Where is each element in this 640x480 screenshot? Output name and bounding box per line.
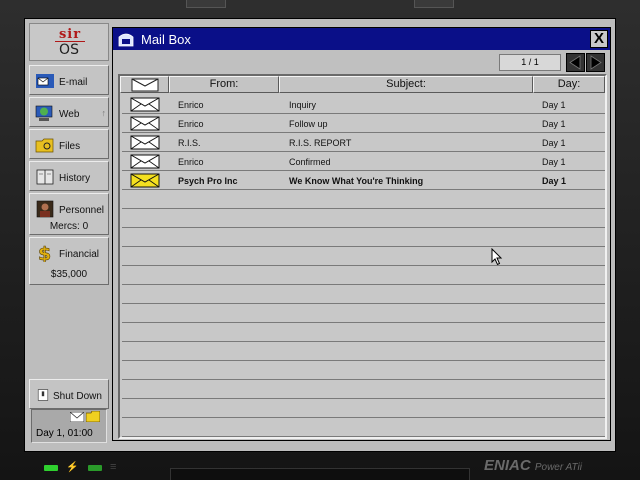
mail-from: R.I.S. <box>178 138 201 148</box>
web-arrow-icon: ↑ <box>101 108 107 118</box>
balance-amount: $35,000 <box>50 269 88 280</box>
header-from[interactable]: From: <box>169 76 279 93</box>
sidebar-files-button[interactable]: Files <box>29 129 109 159</box>
mailbox-window: Mail Box X 1 / 1 From: Subject: Day: Enr… <box>112 27 611 441</box>
mail-list: From: Subject: Day: Enrico Inquiry Day 1 En… <box>118 74 607 439</box>
unread-envelope-icon <box>130 173 160 188</box>
history-book-icon <box>36 169 54 185</box>
bezel-notch-right <box>414 0 454 8</box>
mail-from: Enrico <box>178 100 204 110</box>
mail-from: Psych Pro Inc <box>178 176 238 186</box>
sidebar-financial-button[interactable]: $ Financial $35,000 <box>29 237 109 285</box>
mail-row[interactable]: Enrico Follow up Day 1 <box>122 114 605 133</box>
sidebar-history-label: History <box>59 173 91 184</box>
next-page-button[interactable] <box>586 53 605 72</box>
brand-logo: ENIAC Power ATii <box>484 457 582 474</box>
disk-icon: ≡ <box>110 461 117 473</box>
mailbox-icon <box>118 33 134 47</box>
web-globe-icon <box>35 105 53 121</box>
mailbox-titlebar[interactable]: Mail Box X <box>113 28 610 50</box>
shutdown-label: Shut Down <box>53 391 102 402</box>
sidebar-email-label: E-mail <box>59 77 88 88</box>
sidebar-history-button[interactable]: History <box>29 161 109 191</box>
shutdown-button[interactable]: Shut Down <box>29 379 109 409</box>
power-switch-icon <box>37 389 49 401</box>
brand-name: ENIAC <box>484 457 531 474</box>
read-envelope-icon <box>130 116 160 131</box>
sidebar-financial-label: Financial <box>59 249 100 260</box>
mail-subject: Follow up <box>289 119 328 129</box>
empty-mail-row <box>122 399 605 418</box>
mouse-cursor-icon <box>491 248 503 266</box>
read-envelope-icon <box>130 154 160 169</box>
mail-subject: R.I.S. REPORT <box>289 138 352 148</box>
brand-model: Power ATii <box>534 462 582 473</box>
empty-mail-row <box>122 266 605 285</box>
keyboard-slot <box>170 468 470 480</box>
empty-mail-row <box>122 342 605 361</box>
envelope-header-icon <box>131 78 158 92</box>
mercs-count: Mercs: 0 <box>49 221 89 232</box>
mail-day: Day 1 <box>542 138 566 148</box>
previous-page-button[interactable] <box>566 53 585 72</box>
empty-mail-row <box>122 380 605 399</box>
arrow-right-icon <box>590 55 602 70</box>
mail-from: Enrico <box>178 119 204 129</box>
clock-status-box: Day 1, 01:00 <box>31 409 107 443</box>
logo-top-text: sir <box>55 28 85 42</box>
close-button[interactable]: X <box>590 30 608 48</box>
mail-day: Day 1 <box>542 176 567 186</box>
bezel-notch-left <box>186 0 226 8</box>
sir-os-logo: sir OS <box>29 23 109 61</box>
empty-mail-row <box>122 285 605 304</box>
power-led <box>44 465 58 471</box>
svg-text:$: $ <box>38 244 51 262</box>
files-folder-icon <box>35 138 54 153</box>
window-title: Mail Box <box>141 32 191 47</box>
page-indicator: 1 / 1 <box>499 54 561 71</box>
read-envelope-icon <box>130 135 160 150</box>
mail-from: Enrico <box>178 157 204 167</box>
mail-subject: We Know What You're Thinking <box>289 176 424 186</box>
mail-row[interactable]: Enrico Inquiry Day 1 <box>122 95 605 114</box>
empty-mail-row <box>122 418 605 437</box>
sidebar-web-button[interactable]: Web ↑ <box>29 97 109 127</box>
lightning-icon: ⚡ <box>66 462 79 473</box>
arrow-left-icon <box>569 55 581 70</box>
mail-row[interactable]: R.I.S. R.I.S. REPORT Day 1 <box>122 133 605 152</box>
empty-mail-row <box>122 209 605 228</box>
mail-day: Day 1 <box>542 119 566 129</box>
empty-mail-row <box>122 247 605 266</box>
empty-mail-row <box>122 361 605 380</box>
empty-mail-row <box>122 190 605 209</box>
empty-mail-row <box>122 228 605 247</box>
mail-subject: Confirmed <box>289 157 331 167</box>
empty-mail-row <box>122 304 605 323</box>
sidebar-personnel-label: Personnel <box>59 205 105 216</box>
header-day[interactable]: Day: <box>533 76 605 93</box>
empty-mail-row <box>122 323 605 342</box>
laptop-screen: sir OS E-mail Web ↑ Files History Person… <box>24 18 616 452</box>
personnel-portrait-icon <box>36 200 54 218</box>
sidebar-files-label: Files <box>59 141 81 152</box>
sidebar-web-label: Web <box>59 109 80 120</box>
mail-row[interactable]: Psych Pro Inc We Know What You're Thinkin… <box>122 171 605 190</box>
dollar-sign-icon: $ <box>38 244 52 262</box>
mail-day: Day 1 <box>542 157 566 167</box>
mail-row[interactable]: Enrico Confirmed Day 1 <box>122 152 605 171</box>
header-subject[interactable]: Subject: <box>279 76 533 93</box>
logo-bottom-text: OS <box>59 42 79 58</box>
email-icon <box>36 74 54 88</box>
sidebar: sir OS E-mail Web ↑ Files History Person… <box>29 23 109 445</box>
read-envelope-icon <box>130 97 160 112</box>
mail-subject: Inquiry <box>289 100 317 110</box>
folder-indicator-icon <box>86 411 100 422</box>
sidebar-personnel-button[interactable]: Personnel Mercs: 0 <box>29 193 109 235</box>
sidebar-email-button[interactable]: E-mail <box>29 65 109 95</box>
game-clock: Day 1, 01:00 <box>36 428 93 439</box>
header-read-status[interactable] <box>120 76 169 93</box>
mail-day: Day 1 <box>542 100 566 110</box>
new-mail-indicator-icon <box>70 412 84 422</box>
drive-led <box>88 465 102 471</box>
